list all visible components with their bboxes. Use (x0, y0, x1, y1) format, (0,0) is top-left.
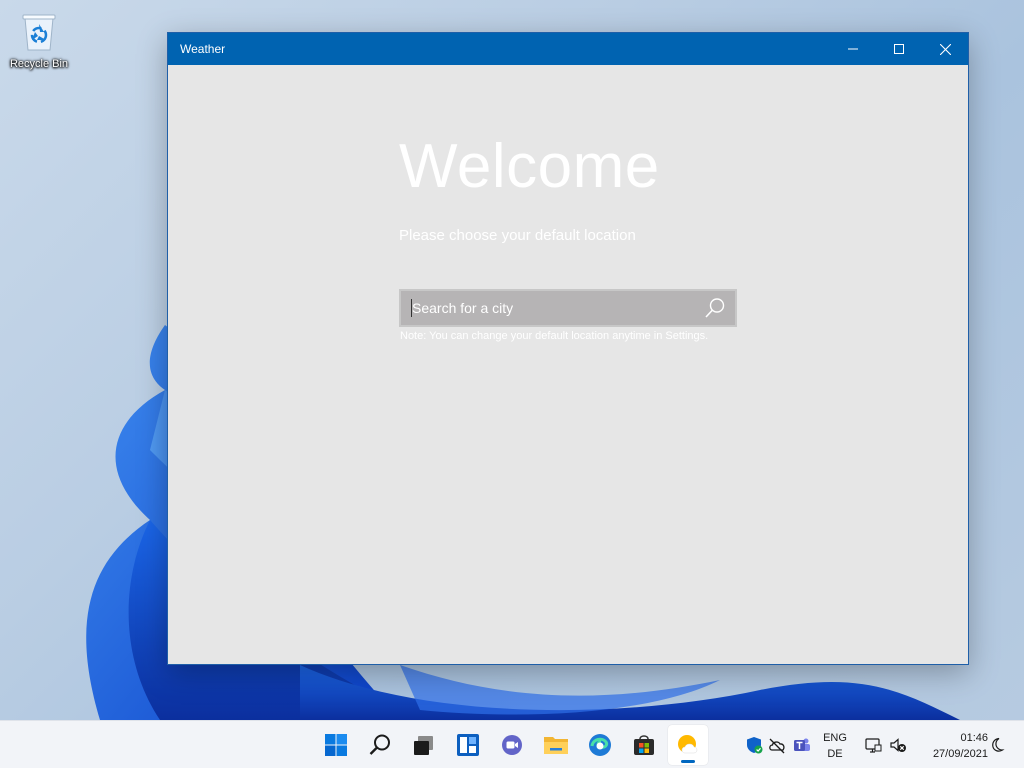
city-search-box[interactable] (399, 289, 737, 327)
folder-icon (544, 737, 568, 754)
tray-volume-button[interactable] (887, 734, 909, 756)
search-icon (369, 734, 390, 755)
tray-focus-assist-button[interactable] (986, 734, 1008, 756)
tray-teams-button[interactable] (791, 734, 813, 756)
taskbar-start-button[interactable] (316, 725, 356, 765)
focus-assist-icon (992, 737, 1005, 752)
close-icon (939, 43, 951, 55)
tray-network-button[interactable] (862, 734, 884, 756)
widgets-icon (457, 734, 479, 756)
clock-date: 27/09/2021 (932, 748, 988, 760)
desktop-icon-recycle-bin[interactable]: Recycle Bin (4, 8, 74, 78)
maximize-icon (894, 44, 904, 54)
taskbar: ENG DE 01:46 27/09/2021 (0, 720, 1024, 768)
taskbar-store-button[interactable] (624, 725, 664, 765)
clock-time: 01:46 (960, 732, 988, 744)
tray-onedrive-button[interactable] (766, 734, 788, 756)
taskbar-search-button[interactable] (360, 725, 400, 765)
location-prompt: Please choose your default location (399, 227, 636, 244)
active-app-indicator (681, 760, 695, 763)
welcome-heading: Welcome (399, 132, 660, 201)
city-search-input[interactable] (412, 291, 695, 325)
defender-icon (747, 737, 763, 754)
language-indicator[interactable]: ENG DE (820, 730, 850, 762)
desktop-icon-label: Recycle Bin (9, 58, 69, 70)
weather-icon (678, 735, 698, 754)
taskbar-edge-button[interactable] (580, 725, 620, 765)
window-title: Weather (180, 42, 226, 56)
volume-muted-icon (890, 738, 906, 752)
recycle-bin-icon (20, 10, 58, 52)
language-code: ENG (823, 732, 847, 744)
taskbar-file-explorer-button[interactable] (536, 725, 576, 765)
onedrive-offline-icon (769, 738, 785, 754)
maximize-button[interactable] (876, 33, 922, 65)
close-button[interactable] (922, 33, 968, 65)
welcome-panel: Welcome Please choose your default locat… (168, 65, 968, 665)
store-icon (634, 735, 654, 755)
taskbar-weather-button[interactable] (668, 725, 708, 765)
minimize-icon (848, 48, 858, 50)
minimize-button[interactable] (830, 33, 876, 65)
settings-note: Note: You can change your default locati… (400, 330, 709, 342)
taskbar-task-view-button[interactable] (404, 725, 444, 765)
title-bar[interactable]: Weather (168, 33, 968, 65)
windows-start-icon (325, 734, 347, 756)
task-view-icon (414, 736, 433, 755)
edge-icon (589, 734, 611, 756)
keyboard-layout: DE (827, 748, 843, 760)
teams-icon (794, 738, 810, 751)
weather-window: Weather Welcome Please choose your defau… (167, 32, 969, 665)
search-button[interactable] (695, 291, 735, 325)
network-icon (865, 738, 882, 753)
system-clock[interactable]: 01:46 27/09/2021 (912, 730, 988, 762)
tray-defender-button[interactable] (743, 734, 765, 756)
search-icon (705, 298, 725, 318)
taskbar-widgets-button[interactable] (448, 725, 488, 765)
teams-chat-icon (502, 735, 522, 755)
taskbar-chat-button[interactable] (492, 725, 532, 765)
